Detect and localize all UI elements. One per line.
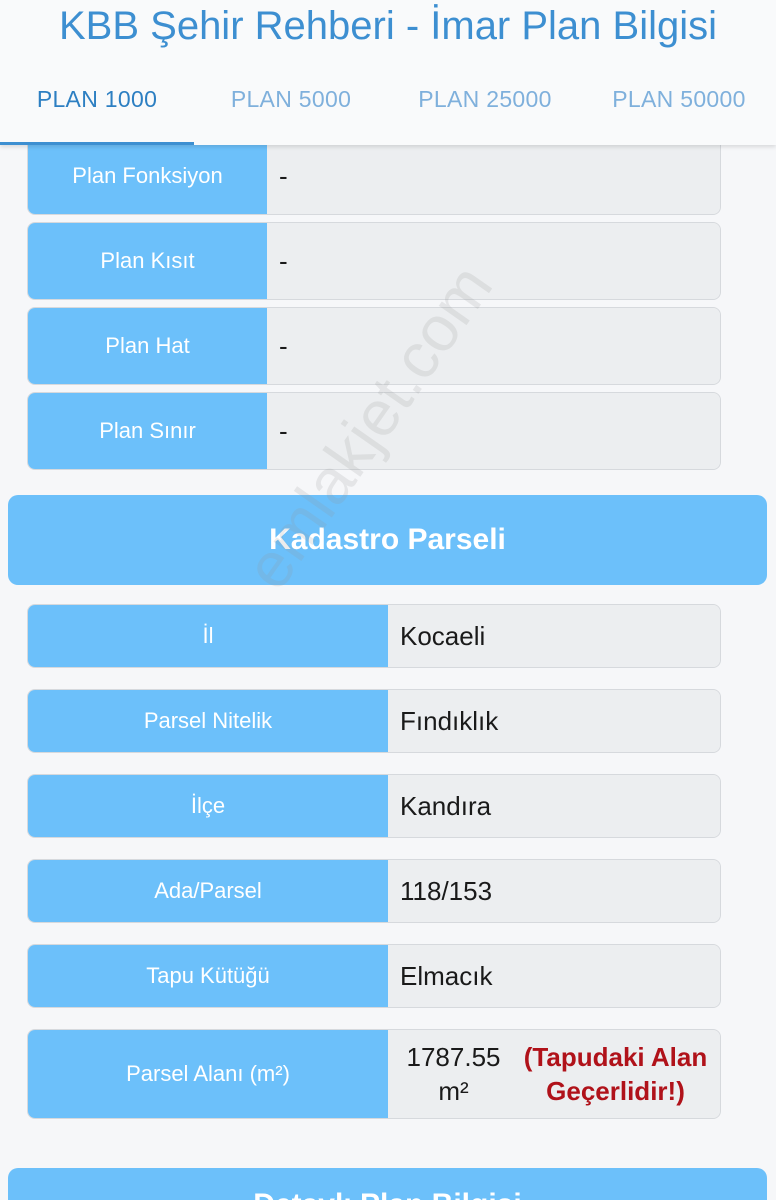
- row-ilce: İlçe Kandıra: [27, 774, 721, 838]
- row-parsel-nitelik: Parsel Nitelik Fındıklık: [27, 689, 721, 753]
- row-label: İl: [28, 605, 388, 667]
- row-plan-fonksiyon: Plan Fonksiyon -: [27, 135, 721, 215]
- page: KBB Şehir Rehberi - İmar Plan Bilgisi PL…: [0, 0, 776, 1200]
- row-label: Plan Kısıt: [28, 223, 267, 299]
- row-value: Elmacık: [388, 945, 720, 1007]
- tab-plan-25000[interactable]: PLAN 25000: [388, 66, 582, 145]
- parsel-area-value: 1787.55 m²: [406, 1042, 501, 1106]
- row-label: Tapu Kütüğü: [28, 945, 388, 1007]
- area-warning-note: (Tapudaki Alan Geçerlidir!): [523, 1042, 708, 1106]
- tab-plan-5000[interactable]: PLAN 5000: [194, 66, 388, 145]
- row-value: Fındıklık: [388, 690, 720, 752]
- page-title: KBB Şehir Rehberi - İmar Plan Bilgisi: [58, 4, 718, 48]
- row-parsel-alani: Parsel Alanı (m²) 1787.55 m² (Tapudaki A…: [27, 1029, 721, 1119]
- row-plan-sinir: Plan Sınır -: [27, 392, 721, 470]
- row-ada-parsel: Ada/Parsel 118/153: [27, 859, 721, 923]
- row-value: 118/153: [388, 860, 720, 922]
- row-label: Plan Sınır: [28, 393, 267, 469]
- row-value: -: [267, 393, 720, 469]
- row-label: Plan Fonksiyon: [28, 136, 267, 214]
- tab-plan-50000[interactable]: PLAN 50000: [582, 66, 776, 145]
- row-plan-kisit: Plan Kısıt -: [27, 222, 721, 300]
- section-kadastro-parseli[interactable]: Kadastro Parseli: [8, 495, 767, 585]
- row-label: Plan Hat: [28, 308, 267, 384]
- row-value: -: [267, 223, 720, 299]
- row-tapu-kutugu: Tapu Kütüğü Elmacık: [27, 944, 721, 1008]
- app-header: KBB Şehir Rehberi - İmar Plan Bilgisi PL…: [0, 0, 776, 145]
- row-value: -: [267, 136, 720, 214]
- row-value: Kocaeli: [388, 605, 720, 667]
- row-label: Ada/Parsel: [28, 860, 388, 922]
- row-label: Parsel Nitelik: [28, 690, 388, 752]
- row-value: Kandıra: [388, 775, 720, 837]
- plan-scale-tabs: PLAN 1000 PLAN 5000 PLAN 25000 PLAN 5000…: [0, 66, 776, 145]
- tab-plan-1000[interactable]: PLAN 1000: [0, 66, 194, 145]
- row-value: 1787.55 m² (Tapudaki Alan Geçerlidir!): [388, 1030, 720, 1118]
- row-plan-hat: Plan Hat -: [27, 307, 721, 385]
- row-il: İl Kocaeli: [27, 604, 721, 668]
- section-detayli-plan-bilgisi[interactable]: Detaylı Plan Bilgisi: [8, 1168, 767, 1200]
- row-label: Parsel Alanı (m²): [28, 1030, 388, 1118]
- section-title: Detaylı Plan Bilgisi: [8, 1188, 767, 1200]
- row-value: -: [267, 308, 720, 384]
- row-label: İlçe: [28, 775, 388, 837]
